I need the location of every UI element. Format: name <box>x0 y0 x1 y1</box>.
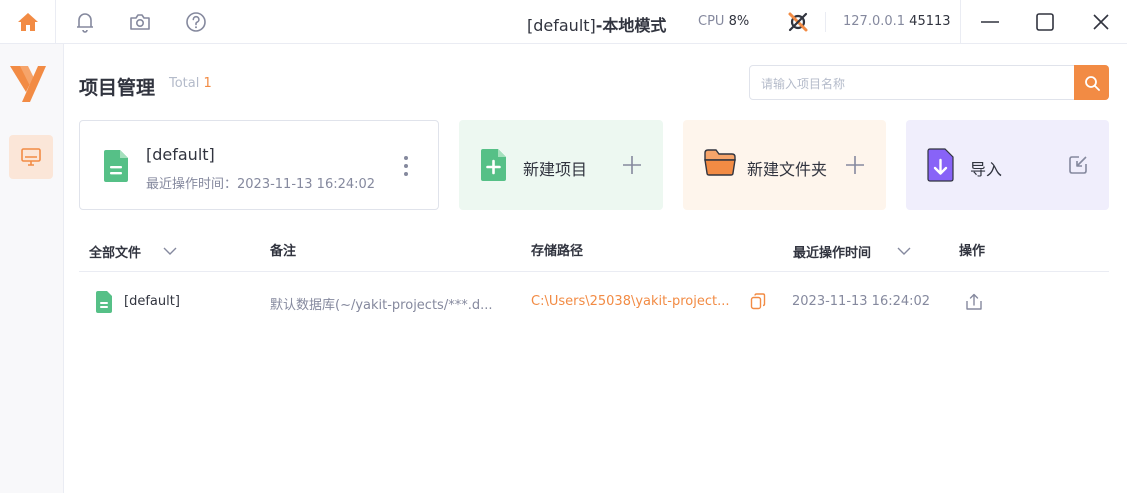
sidebar <box>0 44 64 493</box>
total-label: Total <box>169 76 200 91</box>
window-title: [default]-本地模式 <box>527 12 666 36</box>
maximize-button[interactable] <box>1031 8 1059 36</box>
help-button[interactable] <box>182 8 210 36</box>
bell-icon <box>77 13 93 33</box>
more-icon[interactable] <box>396 155 416 177</box>
close-icon <box>1093 14 1109 30</box>
sidebar-item-projects[interactable] <box>9 135 53 179</box>
column-header-path: 存储路径 <box>531 244 584 259</box>
project-name: [default] <box>146 145 215 164</box>
column-header-actions: 操作 <box>959 244 986 259</box>
project-file-icon <box>104 150 128 182</box>
plus-icon <box>623 156 641 174</box>
close-button[interactable] <box>1087 8 1115 36</box>
page-title: 项目管理 <box>79 77 156 99</box>
cpu-indicator: CPU 8% <box>698 14 749 29</box>
row-time: 2023-11-13 16:24:02 <box>792 294 931 309</box>
engine-address: 127.0.0.1 45113 <box>843 14 951 29</box>
total-count: Total 1 <box>169 76 212 91</box>
plus-icon <box>846 156 864 174</box>
column-header-files[interactable]: 全部文件 <box>89 242 141 261</box>
export-icon[interactable] <box>965 293 983 311</box>
window-title-mode: -本地模式 <box>595 16 667 35</box>
row-note: 默认数据库(~/yakit-projects/***.d... <box>270 298 493 313</box>
search-input[interactable]: 请输入项目名称 <box>761 75 845 92</box>
engine-port: 45113 <box>909 14 951 29</box>
window-title-project: [default] <box>527 16 596 35</box>
table-header: 全部文件 备注 存储路径 最近操作时间 操作 <box>79 230 1109 272</box>
camera-icon <box>130 14 150 30</box>
yakit-logo <box>8 62 48 106</box>
total-value: 1 <box>203 76 212 91</box>
row-path[interactable]: C:\Users\25038\yakit-project... <box>531 294 729 309</box>
project-search: 请输入项目名称 <box>749 65 1109 100</box>
column-header-note: 备注 <box>270 244 297 259</box>
project-file-icon <box>96 291 112 313</box>
new-folder-card[interactable]: 新建文件夹 <box>683 120 886 210</box>
copy-icon[interactable] <box>750 293 766 311</box>
column-header-time[interactable]: 最近操作时间 <box>793 242 871 261</box>
new-project-card[interactable]: 新建项目 <box>459 120 663 210</box>
new-folder-label: 新建文件夹 <box>747 160 828 179</box>
chevron-down-icon[interactable] <box>163 246 177 256</box>
engine-icon <box>788 12 808 32</box>
search-icon <box>1084 75 1100 91</box>
minimize-icon <box>981 21 999 23</box>
chevron-down-icon[interactable] <box>897 246 911 256</box>
table-row[interactable]: [default] 默认数据库(~/yakit-projects/***.d..… <box>79 272 1109 332</box>
import-action-icon <box>1069 156 1087 174</box>
cpu-label: CPU <box>698 14 725 29</box>
question-icon <box>186 12 206 32</box>
monitor-icon <box>21 148 41 166</box>
new-project-label: 新建项目 <box>523 160 588 179</box>
new-file-icon <box>481 149 506 181</box>
title-bar: [default]-本地模式 CPU 8% 127.0.0.1 45113 <box>0 0 1127 44</box>
folder-icon <box>704 149 736 176</box>
project-last-op: 最近操作时间：2023-11-13 16:24:02 <box>146 177 376 192</box>
current-project-card[interactable]: [default] 最近操作时间：2023-11-13 16:24:02 <box>79 120 439 210</box>
import-card[interactable]: 导入 <box>906 120 1109 210</box>
row-name[interactable]: [default] <box>124 294 180 309</box>
divider <box>960 0 961 44</box>
cpu-value: 8% <box>728 14 750 29</box>
engine-host: 127.0.0.1 <box>843 14 906 29</box>
notification-button[interactable] <box>71 8 99 36</box>
divider <box>825 12 826 32</box>
engine-status-button[interactable] <box>785 9 811 35</box>
import-file-icon <box>927 148 954 182</box>
maximize-icon <box>1036 13 1054 31</box>
search-button[interactable] <box>1074 65 1109 100</box>
import-label: 导入 <box>970 160 1003 179</box>
home-button[interactable] <box>0 0 56 44</box>
screenshot-button[interactable] <box>126 8 154 36</box>
minimize-button[interactable] <box>976 8 1004 36</box>
home-icon <box>17 13 38 31</box>
